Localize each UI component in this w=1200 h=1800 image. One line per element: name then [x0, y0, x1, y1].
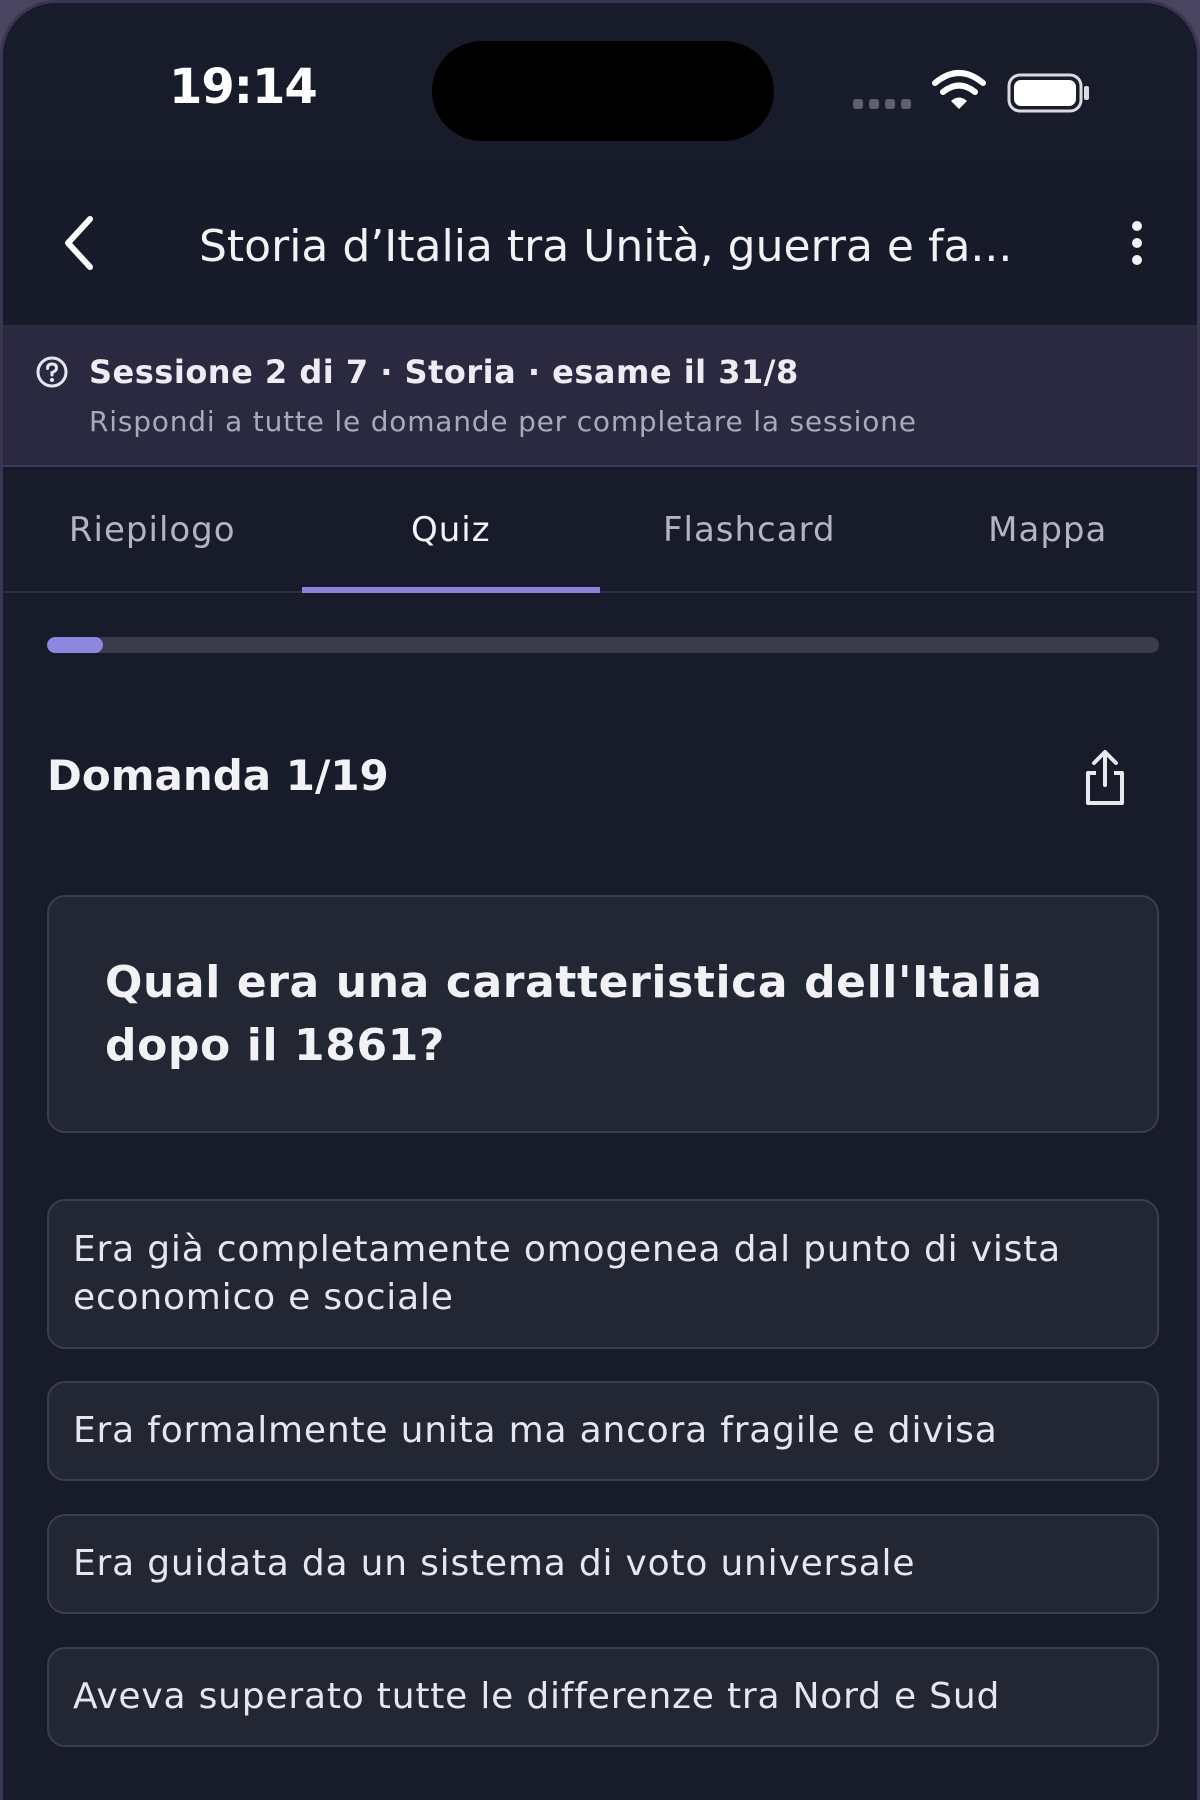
answer-option-4[interactable]: Aveva superato tutte le differenze tra N…: [47, 1647, 1159, 1747]
app-header: Storia d’Italia tra Unità, guerra e fa..…: [3, 163, 1197, 323]
tab-flashcard[interactable]: Flashcard: [600, 469, 899, 591]
session-hint: Rispondi a tutte le domande per completa…: [89, 405, 917, 438]
dynamic-island: [432, 41, 774, 141]
more-vertical-icon: [1132, 221, 1142, 231]
phone-screen: 19:14 Storia d’Italia tra Unità, guerra …: [0, 0, 1200, 1800]
session-banner: Sessione 2 di 7 · Storia · esame il 31/8…: [3, 325, 1197, 467]
share-icon: [1086, 750, 1124, 805]
question-counter: Domanda 1/19: [47, 751, 389, 800]
question-text: Qual era una caratteristica dell'Italia …: [105, 957, 1043, 1071]
status-time: 19:14: [169, 59, 318, 115]
answer-option-1[interactable]: Era già completamente omogenea dal punto…: [47, 1199, 1159, 1349]
cellular-signal-icon: [853, 99, 911, 109]
share-button[interactable]: [1079, 747, 1131, 809]
wifi-icon: [932, 70, 986, 109]
session-info: Sessione 2 di 7 · Storia · esame il 31/8: [89, 353, 799, 391]
back-button[interactable]: [51, 213, 107, 273]
tab-mappa[interactable]: Mappa: [899, 469, 1198, 591]
tab-bar: Riepilogo Quiz Flashcard Mappa: [3, 469, 1197, 593]
status-bar: 19:14: [3, 3, 1197, 163]
page-title: Storia d’Italia tra Unità, guerra e fa..…: [199, 221, 1013, 272]
answer-option-3[interactable]: Era guidata da un sistema di voto univer…: [47, 1514, 1159, 1614]
help-circle-icon: [36, 356, 68, 388]
quiz-progress-bar: [47, 637, 1159, 653]
tab-quiz[interactable]: Quiz: [301, 469, 601, 593]
battery-icon: [1007, 73, 1089, 113]
tab-riepilogo[interactable]: Riepilogo: [3, 469, 302, 591]
quiz-progress-fill: [47, 637, 103, 653]
question-card: Qual era una caratteristica dell'Italia …: [47, 895, 1159, 1133]
chevron-left-icon: [65, 216, 93, 270]
more-options-button[interactable]: [1117, 215, 1157, 271]
answer-option-2[interactable]: Era formalmente unita ma ancora fragile …: [47, 1381, 1159, 1481]
